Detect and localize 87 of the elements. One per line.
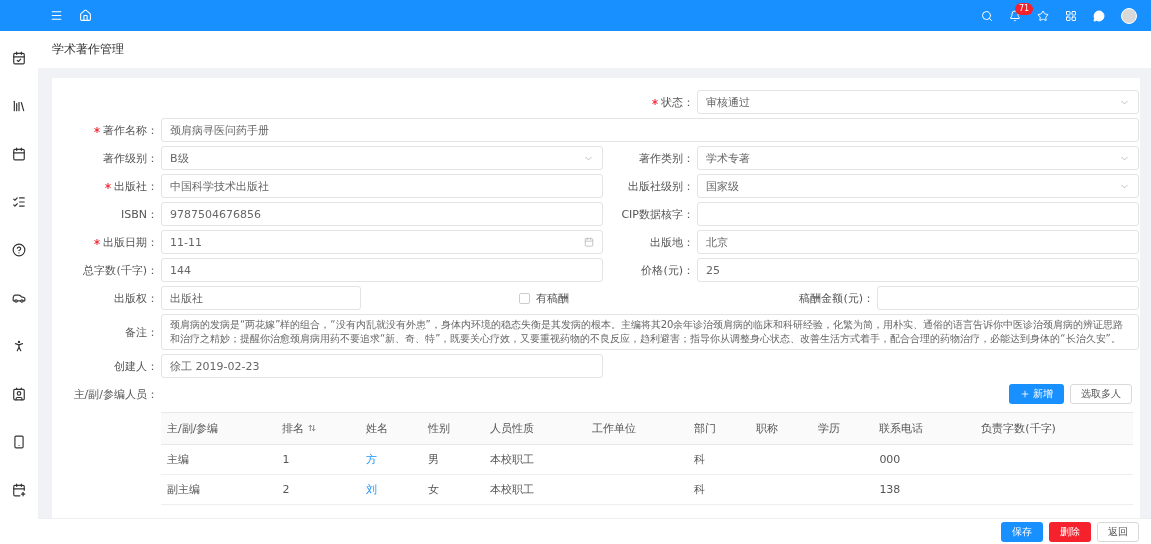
input-field[interactable]	[697, 202, 1139, 226]
back-button[interactable]: 返回	[1097, 521, 1139, 542]
avatar[interactable]	[1121, 7, 1137, 24]
home-icon[interactable]	[79, 9, 92, 22]
field-label: 状态：	[661, 94, 694, 110]
search-icon[interactable]	[981, 9, 993, 22]
input-field[interactable]: 颈肩病寻医问药手册	[161, 118, 1139, 142]
notification-badge: 71	[1015, 2, 1034, 15]
select-field[interactable]: 审核通过	[697, 90, 1139, 114]
calendar-plus-icon[interactable]	[12, 483, 26, 497]
input-field[interactable]: 徐工 2019-02-23	[161, 354, 603, 378]
plus-icon	[1020, 389, 1030, 399]
table-cell: 2	[276, 474, 361, 505]
table-cell: 000	[873, 444, 976, 475]
select-field[interactable]: B级	[161, 146, 603, 170]
table-cell: 138	[873, 474, 976, 505]
field-label: 出版社：	[114, 178, 158, 194]
chat-icon[interactable]	[1093, 9, 1105, 22]
field-label: 著作级别：	[103, 150, 158, 166]
name-link[interactable]: 刘	[360, 474, 423, 505]
input-field[interactable]: 25	[697, 258, 1139, 282]
table-cell: 主编	[161, 444, 277, 475]
bell-icon[interactable]	[1009, 9, 1021, 22]
column-header: 学历	[811, 412, 874, 445]
delete-button[interactable]: 删除	[1049, 521, 1091, 542]
table-cell: 女	[422, 474, 484, 505]
table-cell: 副主编	[161, 474, 277, 505]
star-icon[interactable]	[1037, 9, 1049, 22]
table-cell: 科	[687, 444, 750, 475]
field-label: 创建人：	[114, 358, 158, 374]
table-cell: 本校职工	[483, 444, 586, 475]
field-label: 出版地：	[650, 234, 694, 250]
contact-card-icon[interactable]	[12, 387, 26, 401]
input-field[interactable]: 出版社	[161, 286, 361, 310]
column-header: 主/副/参编	[161, 412, 277, 445]
books-icon[interactable]	[12, 99, 26, 113]
table-cell: 男	[422, 444, 484, 475]
column-header: 姓名	[360, 412, 423, 445]
field-label: ISBN：	[121, 206, 158, 222]
table-cell: 本校职工	[483, 474, 586, 505]
field-label: 总字数(千字)：	[83, 262, 158, 278]
name-link[interactable]: 方	[360, 444, 423, 475]
person-icon[interactable]	[12, 339, 26, 353]
save-button[interactable]: 保存	[1001, 521, 1043, 542]
input-field[interactable]: 中国科学技术出版社	[161, 174, 603, 198]
checklist-icon[interactable]	[12, 195, 26, 209]
field-label: 著作名称：	[103, 122, 158, 138]
column-header: 性别	[422, 412, 484, 445]
field-label: 著作类别：	[639, 150, 694, 166]
calendar-icon[interactable]	[12, 147, 26, 161]
input-field[interactable]: 9787504676856	[161, 202, 603, 226]
select-field[interactable]: 国家级	[697, 174, 1139, 198]
sort-icon[interactable]	[308, 424, 317, 432]
column-header: 职称	[749, 412, 812, 445]
field-label: 价格(元)：	[641, 262, 694, 278]
column-header: 排名	[276, 412, 361, 445]
field-label: 出版日期：	[103, 234, 158, 250]
field-label: 出版权：	[114, 290, 158, 306]
calendar-icon	[584, 237, 594, 247]
remarks-field[interactable]: 颈肩病的发病是“两花嫁”样的组合，“没有内乱就没有外患”，身体内环境的稳态失衡是其发病的根本。主编将其20余年诊治颈肩病的临床和科研经验，化繁为简，用朴实、通俗的语言告诉你中医诊治颈肩病的辨证思路和治疗之精妙；提醒你治愈颈肩病用药不要追求“新、奇、特”，既要关心疗效，又要重视药物的不良反应，趋利避害；指导你从调整身心状态、改善生活方式着手，配合合理的药物治疗，必能达到身体的“长治久安”。	[161, 314, 1139, 350]
input-field[interactable]: 北京	[697, 230, 1139, 254]
add-button[interactable]: 新增	[1009, 384, 1064, 404]
car-icon[interactable]	[12, 291, 26, 305]
select-field[interactable]: 学术专著	[697, 146, 1139, 170]
field-label: 稿酬金额(元)：	[799, 290, 874, 306]
column-header: 人员性质	[483, 412, 586, 445]
select-button[interactable]: 选取多人	[1070, 384, 1132, 404]
column-header: 工作单位	[585, 412, 688, 445]
date-field[interactable]: 11-11	[161, 230, 603, 254]
calendar-check-icon[interactable]	[12, 51, 26, 65]
field-label: 出版社级别：	[628, 178, 694, 194]
input-field[interactable]	[877, 286, 1139, 310]
help-icon[interactable]	[12, 243, 26, 257]
column-header: 部门	[687, 412, 750, 445]
grid-icon[interactable]	[1065, 9, 1077, 22]
page-title: 学术著作管理	[52, 41, 124, 58]
checkbox[interactable]: 有稿酬	[364, 290, 797, 306]
menu-icon[interactable]	[50, 9, 63, 22]
phone-icon[interactable]	[12, 435, 26, 449]
input-field[interactable]: 144	[161, 258, 603, 282]
column-header: 联系电话	[873, 412, 976, 445]
field-label: 备注：	[125, 324, 158, 340]
field-label: CIP数据核字：	[621, 206, 694, 222]
column-header: 负责字数(千字)	[975, 412, 1133, 445]
field-label: 主/副/参编人员：	[73, 386, 158, 402]
table-cell: 科	[687, 474, 750, 505]
table-cell: 1	[276, 444, 361, 475]
